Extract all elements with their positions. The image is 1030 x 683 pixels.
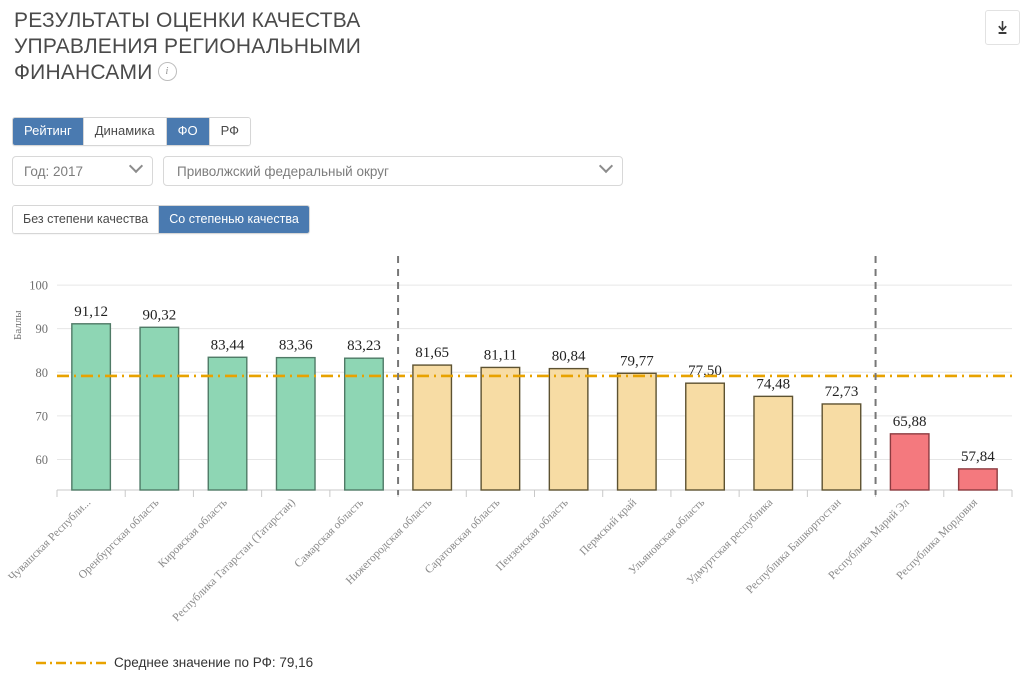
bar-value-label: 83,23 — [347, 338, 381, 354]
x-axis-label: Самарская область — [292, 497, 366, 571]
x-axis-label: Саратовская область — [423, 497, 503, 577]
average-line-swatch — [36, 661, 106, 664]
bar-value-label: 57,84 — [961, 449, 995, 465]
bar[interactable] — [616, 372, 657, 491]
tab-dynamics[interactable]: Динамика — [83, 118, 167, 145]
bar[interactable] — [821, 403, 862, 491]
bar-value-label: 91,12 — [74, 304, 108, 320]
tab-rating[interactable]: Рейтинг — [13, 118, 84, 145]
tab-rf[interactable]: РФ — [209, 118, 251, 145]
bar[interactable] — [480, 366, 521, 491]
quality-toggle-without[interactable]: Без степени качества — [13, 206, 160, 233]
bar-chart: 60 70 80 90 100 91,12 90,32 83,44 83,36 83,23 81,6… — [6, 256, 1013, 624]
average-line-label: Среднее значение по РФ: 79,16 — [114, 655, 314, 670]
x-axis-label: Республика Татарстан (Татарстан) — [171, 497, 298, 624]
download-button[interactable] — [985, 10, 1020, 45]
bar-value-label: 81,65 — [415, 345, 449, 361]
bar[interactable] — [412, 364, 453, 491]
quality-toggle-with[interactable]: Со степенью качества — [159, 206, 309, 233]
x-axis-label: Кировская область — [156, 497, 230, 571]
bar[interactable] — [548, 367, 589, 491]
bar[interactable] — [343, 357, 384, 491]
view-tabs: Рейтинг Динамика ФО РФ — [12, 117, 252, 146]
chart-legend: Среднее значение по РФ: 79,16 — [36, 655, 313, 670]
bar[interactable] — [71, 323, 112, 491]
x-axis-label: Оренбургская область — [76, 497, 161, 582]
svg-text:60: 60 — [36, 453, 49, 467]
bar-value-label: 74,48 — [756, 376, 790, 392]
bar[interactable] — [957, 468, 998, 491]
tab-fo[interactable]: ФО — [166, 118, 210, 145]
district-select-value: Приволжский федеральный округ — [177, 163, 389, 179]
x-axis-label: Пензенская область — [494, 497, 571, 574]
bar-value-label: 90,32 — [142, 307, 176, 323]
page-title: РЕЗУЛЬТАТЫ ОЦЕНКИ КАЧЕСТВА УПРАВЛЕНИЯ РЕ… — [14, 8, 634, 86]
bar-value-label: 79,77 — [620, 353, 654, 369]
download-icon — [994, 19, 1011, 36]
quality-toggle: Без степени качества Со степенью качеств… — [12, 205, 310, 234]
bar-value-label: 80,84 — [552, 349, 586, 365]
x-axis-label: Ульяновская область — [627, 497, 707, 577]
bar-value-label: 83,44 — [211, 337, 245, 353]
bar[interactable] — [275, 356, 316, 491]
chevron-down-icon — [598, 158, 614, 174]
year-select-value: Год: 2017 — [24, 163, 84, 179]
svg-text:90: 90 — [36, 322, 49, 336]
district-select[interactable]: Приволжский федеральный округ — [163, 156, 623, 186]
bar-value-label: 72,73 — [825, 384, 859, 400]
x-axis-label: Пермский край — [578, 497, 639, 558]
page-title-line1: РЕЗУЛЬТАТЫ ОЦЕНКИ КАЧЕСТВА — [14, 9, 361, 32]
bar[interactable] — [753, 395, 794, 491]
bar-value-label: 65,88 — [893, 414, 927, 430]
info-icon[interactable]: i — [157, 61, 177, 81]
bar-value-label: 81,11 — [484, 347, 517, 363]
svg-text:70: 70 — [36, 409, 49, 423]
chevron-down-icon — [128, 158, 144, 174]
bar[interactable] — [139, 326, 180, 491]
bar[interactable] — [685, 382, 726, 491]
svg-text:80: 80 — [36, 366, 49, 380]
bar-value-label: 83,36 — [279, 338, 313, 354]
filter-row: Год: 2017 Приволжский федеральный округ — [12, 156, 623, 186]
page-title-line2: УПРАВЛЕНИЯ РЕГИОНАЛЬНЫМИ — [14, 35, 362, 58]
page-title-line3: ФИНАНСАМИ — [14, 61, 153, 84]
year-select[interactable]: Год: 2017 — [12, 156, 153, 186]
bar[interactable] — [889, 433, 930, 491]
svg-text:100: 100 — [29, 279, 48, 293]
